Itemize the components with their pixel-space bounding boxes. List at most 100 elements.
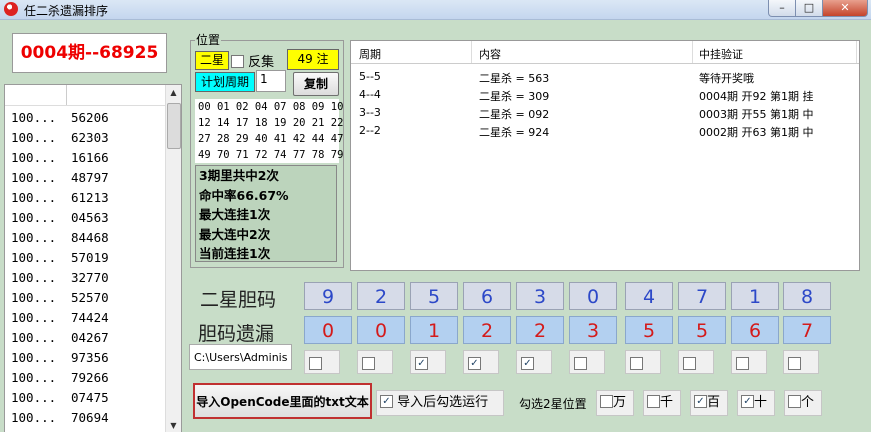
- position-checkbox-box[interactable]: [647, 395, 660, 408]
- result-row[interactable]: 2--2 二星杀 = 924 0002期 开63 第1期 中: [351, 122, 859, 140]
- gallbladder-digit: 5: [410, 282, 458, 310]
- scroll-down-icon[interactable]: ▼: [166, 418, 181, 432]
- list-item[interactable]: 100... 62303: [5, 126, 181, 146]
- copy-button[interactable]: 复制: [293, 72, 339, 96]
- run-after-import-checkbox[interactable]: ✓ 导入后勾选运行: [376, 390, 504, 416]
- digit-checkbox[interactable]: ✓: [410, 350, 446, 374]
- plan-period-input[interactable]: 1: [256, 70, 286, 92]
- digit-checkbox-box[interactable]: [362, 357, 375, 370]
- draw-id: 100...: [11, 410, 57, 425]
- import-txt-button[interactable]: 导入OpenCode里面的txt文本: [193, 383, 372, 419]
- miss-count-digit: 5: [625, 316, 673, 344]
- digit-checkbox[interactable]: [357, 350, 393, 374]
- draw-id: 100...: [11, 270, 57, 285]
- list-item[interactable]: 100... 52570: [5, 286, 181, 306]
- result-row[interactable]: 4--4 二星杀 = 309 0004期 开92 第1期 挂: [351, 86, 859, 104]
- digit-checkbox[interactable]: ✓: [516, 350, 552, 374]
- result-table[interactable]: 周期 内容 中挂验证 5--5 二星杀 = 563 等待开奖哦 4--4 二星杀 = 3…: [350, 40, 860, 271]
- app-icon: [4, 2, 18, 16]
- position-legend: 位置: [195, 31, 222, 48]
- title-bar[interactable]: 任二杀遗漏排序 – □ ✕: [0, 0, 871, 20]
- digit-checkbox-box[interactable]: [630, 357, 643, 370]
- digit-checkbox-box[interactable]: ✓: [415, 357, 428, 370]
- scroll-thumb[interactable]: [167, 103, 181, 149]
- digit-checkbox[interactable]: [625, 350, 661, 374]
- minimize-button[interactable]: –: [768, 0, 796, 17]
- list-item[interactable]: 100... 74424: [5, 306, 181, 326]
- digit-checkbox-box[interactable]: [683, 357, 696, 370]
- result-row[interactable]: 3--3 二星杀 = 092 0003期 开55 第1期 中: [351, 104, 859, 122]
- draw-id: 100...: [11, 390, 57, 405]
- reverse-set-box[interactable]: [231, 55, 244, 68]
- digit-checkbox[interactable]: ✓: [463, 350, 499, 374]
- position-checkbox-box[interactable]: [788, 395, 801, 408]
- list-item[interactable]: 100... 79266: [5, 366, 181, 386]
- list-item[interactable]: 100... 84468: [5, 226, 181, 246]
- position-checkbox-box[interactable]: [600, 395, 613, 408]
- list-scrollbar[interactable]: ▲ ▼: [165, 85, 181, 432]
- digit-checkbox-box[interactable]: ✓: [521, 357, 534, 370]
- gallbladder-digit: 8: [783, 282, 831, 310]
- draw-number: 04267: [71, 330, 109, 345]
- list-item[interactable]: 100... 04267: [5, 326, 181, 346]
- col-period[interactable]: 周期: [359, 46, 381, 62]
- list-item[interactable]: 100... 61213: [5, 186, 181, 206]
- position-checkbox-box[interactable]: ✓: [694, 395, 707, 408]
- digit-checkbox-box[interactable]: ✓: [468, 357, 481, 370]
- draw-number: 97356: [71, 350, 109, 365]
- list-item[interactable]: 100... 97356: [5, 346, 181, 366]
- draw-id: 100...: [11, 130, 57, 145]
- number-pool-line: 49 70 71 72 74 77 78 79 80: [198, 149, 363, 161]
- close-button[interactable]: ✕: [822, 0, 868, 17]
- digit-checkbox[interactable]: [678, 350, 714, 374]
- select-2star-positions-label: 勾选2星位置: [519, 397, 587, 411]
- position-checkbox-label: 个: [801, 395, 815, 410]
- list-item[interactable]: 100... 57019: [5, 246, 181, 266]
- digit-checkbox-box[interactable]: [574, 357, 587, 370]
- position-checkbox-box[interactable]: ✓: [741, 395, 754, 408]
- draw-number: 61213: [71, 190, 109, 205]
- col-content[interactable]: 内容: [479, 46, 501, 62]
- plan-period-label: 计划周期: [195, 72, 255, 92]
- list-item[interactable]: 100... 32770: [5, 266, 181, 286]
- run-after-import-box[interactable]: ✓: [380, 395, 393, 408]
- reverse-set-checkbox[interactable]: 反集: [231, 51, 274, 70]
- draw-history-list[interactable]: 100... 56206 100... 62303 100... 16166 100... 4…: [4, 84, 182, 432]
- position-checkbox[interactable]: ✓ 百: [690, 390, 728, 416]
- digit-checkbox[interactable]: [783, 350, 819, 374]
- draw-id: 100...: [11, 110, 57, 125]
- miss-count-digit: 1: [410, 316, 458, 344]
- gallbladder-digit: 2: [357, 282, 405, 310]
- list-item[interactable]: 100... 56206: [5, 106, 181, 126]
- position-checkbox-label: 千: [660, 395, 674, 410]
- list-item[interactable]: 100... 16166: [5, 146, 181, 166]
- digit-checkbox[interactable]: [304, 350, 340, 374]
- file-path-input[interactable]: C:\Users\Adminis: [189, 344, 292, 370]
- digit-checkbox-box[interactable]: [788, 357, 801, 370]
- draw-number: 70694: [71, 410, 109, 425]
- list-item[interactable]: 100... 07475: [5, 386, 181, 406]
- digit-checkbox-box[interactable]: [309, 357, 322, 370]
- digit-checkbox[interactable]: [569, 350, 605, 374]
- draw-number: 74424: [71, 310, 109, 325]
- digit-checkbox-box[interactable]: [736, 357, 749, 370]
- result-table-header: 周期 内容 中挂验证: [351, 41, 859, 64]
- miss-count-digit: 6: [731, 316, 779, 344]
- stat-line: 3期里共中2次: [199, 168, 279, 183]
- position-checkbox[interactable]: ✓ 十: [737, 390, 775, 416]
- position-checkbox[interactable]: 个: [784, 390, 822, 416]
- number-pool[interactable]: 00 01 02 04 07 08 09 10 11 12 14 17 18 19…: [195, 99, 363, 163]
- maximize-button[interactable]: □: [795, 0, 823, 17]
- result-row[interactable]: 5--5 二星杀 = 563 等待开奖哦: [351, 68, 859, 86]
- result-verify: 等待开奖哦: [699, 72, 754, 85]
- number-pool-line: 27 28 29 40 41 42 44 47 48: [198, 133, 363, 145]
- col-verify[interactable]: 中挂验证: [699, 46, 743, 62]
- digit-checkbox[interactable]: [731, 350, 767, 374]
- scroll-up-icon[interactable]: ▲: [166, 85, 181, 100]
- list-item[interactable]: 100... 70694: [5, 406, 181, 426]
- position-checkbox[interactable]: 万: [596, 390, 634, 416]
- list-item[interactable]: 100... 04563: [5, 206, 181, 226]
- list-item[interactable]: 100... 48797: [5, 166, 181, 186]
- list-header: [5, 85, 181, 106]
- position-checkbox[interactable]: 千: [643, 390, 681, 416]
